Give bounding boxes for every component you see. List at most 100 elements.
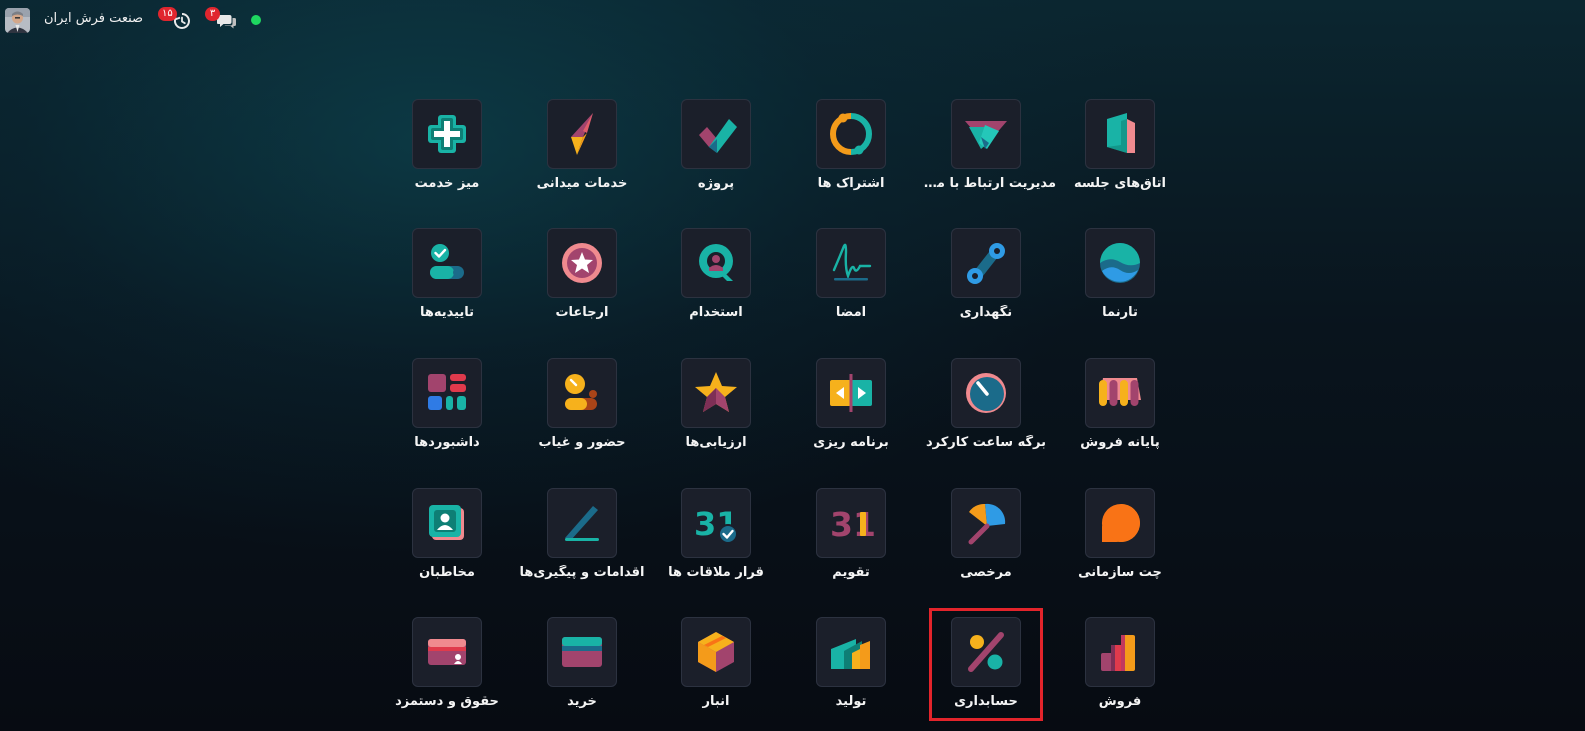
app-attendances[interactable]: حضور و غیاب [512,358,652,472]
app-label[interactable]: انبار [646,694,786,709]
app-maintenance[interactable]: نگهداری [916,228,1056,342]
app-contacts[interactable]: مخاطبان [377,488,517,602]
app-to-do[interactable]: اقدامات و پیگیری‌ها [512,488,652,602]
app-tile[interactable] [951,617,1021,687]
app-tile[interactable] [951,228,1021,298]
app-label[interactable]: اقدامات و پیگیری‌ها [512,565,652,580]
app-label[interactable]: ارجاعات [512,305,652,320]
planning-icon [830,374,872,412]
app-label[interactable]: پروژه [646,176,786,191]
app-label[interactable]: تارنما [1050,305,1190,320]
app-label[interactable]: خدمات میدانی [512,176,652,191]
app-tile[interactable] [816,617,886,687]
project-icon [699,119,737,153]
app-dashboards[interactable]: داشبوردها [377,358,517,472]
app-time-off[interactable]: مرخصی [916,488,1056,602]
app-tile[interactable] [412,617,482,687]
app-label[interactable]: میز خدمت [377,176,517,191]
app-tile[interactable]: 31 [681,488,751,558]
app-tile[interactable] [1085,617,1155,687]
app-label[interactable]: برگه ساعت کارکرد [916,435,1056,450]
app-tile[interactable] [412,99,482,169]
app-tile[interactable] [816,99,886,169]
app-label[interactable]: برنامه ریزی [781,435,921,450]
app-tile[interactable] [412,228,482,298]
app-project[interactable]: پروژه [646,99,786,213]
app-label[interactable]: ارزیابی‌ها [646,435,786,450]
app-approvals[interactable]: تاییدیه‌ها [377,228,517,342]
app-sign[interactable]: امضا [781,228,921,342]
app-label[interactable]: داشبوردها [377,435,517,450]
app-tile[interactable] [1085,358,1155,428]
app-payroll[interactable]: حقوق و دستمزد [377,617,517,731]
app-recruitment[interactable]: استخدام [646,228,786,342]
app-tile[interactable] [547,358,617,428]
app-label[interactable]: حسابداری [916,694,1056,709]
app-appraisals[interactable]: ارزیابی‌ها [646,358,786,472]
app-label[interactable]: فروش [1050,694,1190,709]
app-tile[interactable]: 31 [816,488,886,558]
app-label[interactable]: قرار ملاقات ها [646,565,786,580]
app-helpdesk[interactable]: میز خدمت [377,99,517,213]
app-calendar[interactable]: 31 تقویم [781,488,921,602]
app-tile[interactable] [681,617,751,687]
app-inventory[interactable]: انبار [646,617,786,731]
app-label[interactable]: حضور و غیاب [512,435,652,450]
app-discuss[interactable]: چت سازمانی [1050,488,1190,602]
app-tile[interactable] [681,99,751,169]
app-tile[interactable] [547,488,617,558]
app-sales[interactable]: فروش [1050,617,1190,731]
app-label[interactable]: چت سازمانی [1050,565,1190,580]
app-tile[interactable] [681,228,751,298]
recruitment-icon [699,244,733,281]
app-label[interactable]: امضا [781,305,921,320]
app-label[interactable]: تقویم [781,565,921,580]
app-label[interactable]: اشتراک ها [781,176,921,191]
app-tile[interactable] [1085,488,1155,558]
app-label[interactable]: پایانه فروش [1050,435,1190,450]
app-tile[interactable] [951,358,1021,428]
app-label[interactable]: مخاطبان [377,565,517,580]
app-planning[interactable]: برنامه ریزی [781,358,921,472]
messaging-chat-icon[interactable] [216,11,237,31]
app-tile[interactable] [412,358,482,428]
maintenance-icon [967,243,1005,284]
app-tile[interactable] [816,358,886,428]
app-meeting-rooms[interactable]: اتاق‌های جلسه [1050,99,1190,213]
app-label[interactable]: حقوق و دستمزد [377,694,517,709]
app-crm[interactable]: مدیریت ارتباط با مشتری [916,99,1056,213]
app-tile[interactable] [412,488,482,558]
app-subscriptions[interactable]: اشتراک ها [781,99,921,213]
app-tile[interactable] [681,358,751,428]
app-label[interactable]: تاییدیه‌ها [377,305,517,320]
app-label[interactable]: نگهداری [916,305,1056,320]
attendances-icon [565,374,597,410]
app-tile[interactable] [547,99,617,169]
app-referrals[interactable]: ارجاعات [512,228,652,342]
company-name[interactable]: صنعت فرش ایران [44,11,143,26]
app-label[interactable]: مدیریت ارتباط با مشتری [916,176,1056,191]
app-tile[interactable] [1085,99,1155,169]
app-tile[interactable] [547,617,617,687]
app-tile[interactable] [547,228,617,298]
app-point-of-sale[interactable]: پایانه فروش [1050,358,1190,472]
app-label[interactable]: استخدام [646,305,786,320]
app-tile[interactable] [951,99,1021,169]
approvals-icon [430,244,464,279]
app-tile[interactable] [816,228,886,298]
app-purchase[interactable]: خرید [512,617,652,731]
app-label[interactable]: خرید [512,694,652,709]
app-label[interactable]: مرخصی [916,565,1056,580]
app-label[interactable]: تولید [781,694,921,709]
manufacturing-icon [831,639,870,669]
app-field-service[interactable]: خدمات میدانی [512,99,652,213]
app-tile[interactable] [1085,228,1155,298]
user-avatar[interactable] [5,8,30,33]
app-manufacturing[interactable]: تولید [781,617,921,731]
app-appointments[interactable]: 31 قرار ملاقات ها [646,488,786,602]
app-website[interactable]: تارنما [1050,228,1190,342]
app-tile[interactable] [951,488,1021,558]
app-accounting[interactable]: حسابداری [916,617,1056,731]
app-timesheets[interactable]: برگه ساعت کارکرد [916,358,1056,472]
app-label[interactable]: اتاق‌های جلسه [1050,176,1190,191]
